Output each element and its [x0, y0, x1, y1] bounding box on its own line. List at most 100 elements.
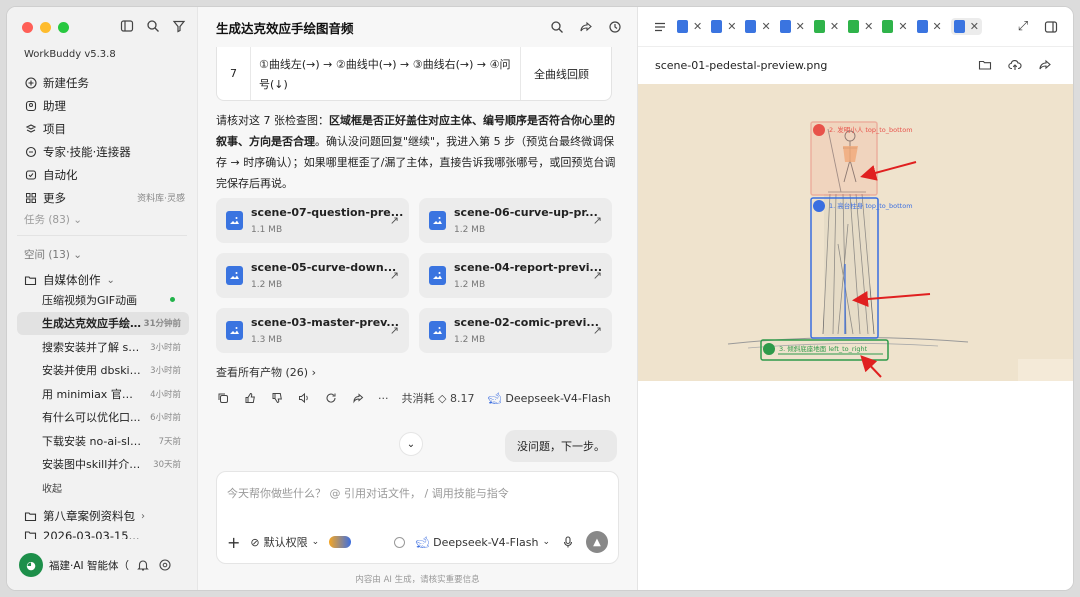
- task-time: 30天前: [153, 460, 181, 471]
- permission-dropdown[interactable]: ⊘ 默认权限 ⌄: [250, 534, 319, 550]
- share-icon[interactable]: [1037, 57, 1053, 73]
- file-card[interactable]: scene-04-report-previ... 1.2 MB ↗: [419, 253, 612, 298]
- space-section-toggle[interactable]: 空间 (13) ⌄: [24, 247, 82, 262]
- preview-tab[interactable]: ✕: [882, 18, 908, 35]
- menu-new-task[interactable]: 新建任务: [17, 71, 189, 94]
- close-tab-icon[interactable]: ✕: [761, 20, 770, 33]
- permission-label: 默认权限: [263, 536, 308, 549]
- open-arrow-icon[interactable]: ↗: [390, 214, 399, 227]
- app-version: WorkBuddy v5.3.8: [24, 49, 116, 60]
- close-window-button[interactable]: [22, 22, 33, 33]
- history-icon[interactable]: [607, 19, 623, 35]
- sidebar-toggle-icon[interactable]: [119, 18, 135, 34]
- task-time: 6小时前: [150, 413, 181, 424]
- view-all-outputs-link[interactable]: 查看所有产物 (26) ›: [216, 364, 316, 380]
- settings-icon[interactable]: [157, 557, 173, 573]
- more-icon[interactable]: ···: [378, 392, 389, 405]
- user-profile[interactable]: ◕ 福建·AI 智能体（有事: [19, 552, 189, 578]
- copy-icon[interactable]: [216, 391, 230, 405]
- file-card[interactable]: scene-06-curve-up-pr... 1.2 MB ↗: [419, 198, 612, 243]
- task-time: 31分钟前: [143, 319, 181, 330]
- close-tab-icon[interactable]: ✕: [796, 20, 805, 33]
- list-icon[interactable]: [652, 19, 668, 35]
- task-item[interactable]: 安装图中skill并介绍... 30天前: [17, 453, 189, 477]
- file-card[interactable]: scene-07-question-pre... 1.1 MB ↗: [216, 198, 409, 243]
- filter-icon[interactable]: [171, 18, 187, 34]
- menu-assistant[interactable]: 助理: [17, 94, 189, 117]
- preview-tab[interactable]: ✕: [916, 18, 942, 35]
- panel-toggle-icon[interactable]: [1043, 19, 1059, 35]
- open-arrow-icon[interactable]: ↗: [593, 214, 602, 227]
- expand-icon[interactable]: ⤢: [1015, 19, 1031, 35]
- file-card[interactable]: scene-02-comic-previ... 1.2 MB ↗: [419, 308, 612, 353]
- close-tab-icon[interactable]: ✕: [864, 20, 873, 33]
- close-tab-icon[interactable]: ✕: [693, 20, 702, 33]
- menu-project[interactable]: 项目: [17, 117, 189, 140]
- speaker-icon[interactable]: [297, 391, 311, 405]
- preview-tab[interactable]: ✕: [848, 18, 873, 35]
- file-card[interactable]: scene-05-curve-down... 1.2 MB ↗: [216, 253, 409, 298]
- tools-toggle-icon[interactable]: [329, 536, 352, 548]
- menu-label: 自动化: [43, 167, 78, 182]
- preview-tab[interactable]: ✕: [711, 18, 736, 35]
- maximize-window-button[interactable]: [58, 22, 69, 33]
- file-icon: [882, 20, 894, 33]
- folder-chapter8[interactable]: 第八章案例资料包 ›: [17, 505, 189, 527]
- close-tab-icon[interactable]: ✕: [933, 20, 942, 33]
- preview-tab[interactable]: ✕: [745, 18, 771, 35]
- open-arrow-icon[interactable]: ↗: [390, 269, 399, 282]
- search-icon[interactable]: [145, 18, 161, 34]
- task-item[interactable]: 压缩视频为GIF动画: [17, 288, 189, 312]
- menu-expert[interactable]: 专家·技能·连接器: [17, 140, 189, 163]
- send-button[interactable]: ▲: [586, 531, 608, 553]
- close-tab-icon[interactable]: ✕: [727, 20, 736, 33]
- preview-tab[interactable]: ✕: [813, 18, 839, 35]
- composer-placeholder[interactable]: 今天帮你做些什么？ @ 引用对话文件， / 调用技能与指令: [227, 485, 509, 501]
- user-name: 福建·AI 智能体（有事: [49, 559, 129, 572]
- preview-tab[interactable]: ✕: [677, 18, 702, 35]
- minimize-window-button[interactable]: [40, 22, 51, 33]
- task-item[interactable]: 搜索安装并了解 srt... 3小时前: [17, 335, 189, 359]
- close-tab-icon[interactable]: ✕: [830, 20, 839, 33]
- task-item-active[interactable]: 生成达克效应手绘... 31分钟前: [17, 311, 189, 335]
- close-tab-icon[interactable]: ✕: [898, 20, 907, 33]
- chevron-down-icon: ⌄: [73, 249, 83, 261]
- task-item[interactable]: 下载安装 no-ai-slop ... 7天前: [17, 429, 189, 453]
- share-icon[interactable]: [578, 19, 594, 35]
- folder-icon[interactable]: [977, 57, 993, 73]
- collapse-button[interactable]: 收起: [17, 476, 189, 500]
- thumbs-down-icon[interactable]: [270, 391, 284, 405]
- task-item[interactable]: 用 minimiax 官方 A... 4小时前: [17, 382, 189, 406]
- microphone-icon[interactable]: [560, 534, 576, 550]
- add-attachment-button[interactable]: +: [227, 533, 240, 552]
- tasks-section-toggle[interactable]: 任务 (83) ⌄: [24, 212, 82, 227]
- model-selector[interactable]: 🐋︎ Deepseek-V4-Flash ⌄: [415, 536, 550, 549]
- plus-circle-icon: [24, 76, 37, 89]
- thumbs-up-icon[interactable]: [243, 391, 257, 405]
- folder-date[interactable]: 2026-03-03-15...: [17, 529, 189, 539]
- share-icon[interactable]: [351, 391, 365, 405]
- preview-tab[interactable]: ✕: [950, 18, 982, 35]
- open-arrow-icon[interactable]: ↗: [593, 269, 602, 282]
- menu-more[interactable]: 更多 资料库·灵感: [17, 186, 189, 209]
- menu-automation[interactable]: 自动化: [17, 163, 189, 186]
- open-arrow-icon[interactable]: ↗: [593, 324, 602, 337]
- file-icon: [677, 20, 688, 33]
- open-arrow-icon[interactable]: ↗: [390, 324, 399, 337]
- message-text: 请核对这 7 张检查图：: [216, 114, 329, 127]
- chevron-down-icon: ⌄: [542, 537, 550, 547]
- close-tab-icon[interactable]: ✕: [970, 20, 979, 33]
- scroll-down-button[interactable]: ⌄: [399, 432, 423, 456]
- regenerate-icon[interactable]: [324, 391, 338, 405]
- folder-icon: [24, 275, 37, 285]
- file-card[interactable]: scene-03-master-prev... 1.3 MB ↗: [216, 308, 409, 353]
- sequence-table-row: 7 ①曲线左(→) → ②曲线中(→) → ③曲线右(→) → ④问号(↓) 全…: [216, 47, 612, 101]
- search-icon[interactable]: [549, 19, 565, 35]
- composer[interactable]: 今天帮你做些什么？ @ 引用对话文件， / 调用技能与指令 + ⊘ 默认权限 ⌄ 🐋…: [216, 471, 619, 564]
- annotation-label-1: 1. 高台柱身 top_to_bottom: [829, 201, 913, 210]
- upload-cloud-icon[interactable]: [1007, 57, 1023, 73]
- task-item[interactable]: 安装并使用 dbskill ... 3小时前: [17, 359, 189, 383]
- bell-icon[interactable]: [135, 557, 151, 573]
- preview-tab[interactable]: ✕: [779, 18, 805, 35]
- task-item[interactable]: 有什么可以优化口... 6小时前: [17, 406, 189, 430]
